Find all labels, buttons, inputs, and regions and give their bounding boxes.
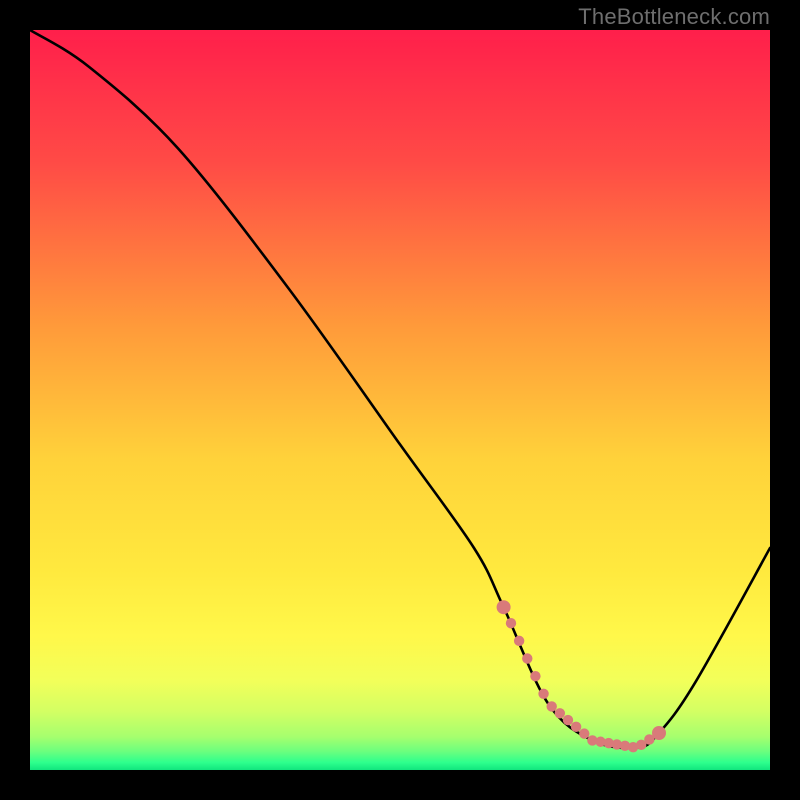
watermark-text: TheBottleneck.com (578, 4, 770, 30)
chart-frame: TheBottleneck.com (0, 0, 800, 800)
plot-area (30, 30, 770, 770)
bottleneck-curve (30, 30, 770, 748)
curve-layer (30, 30, 770, 770)
highlight-dots (497, 600, 666, 752)
